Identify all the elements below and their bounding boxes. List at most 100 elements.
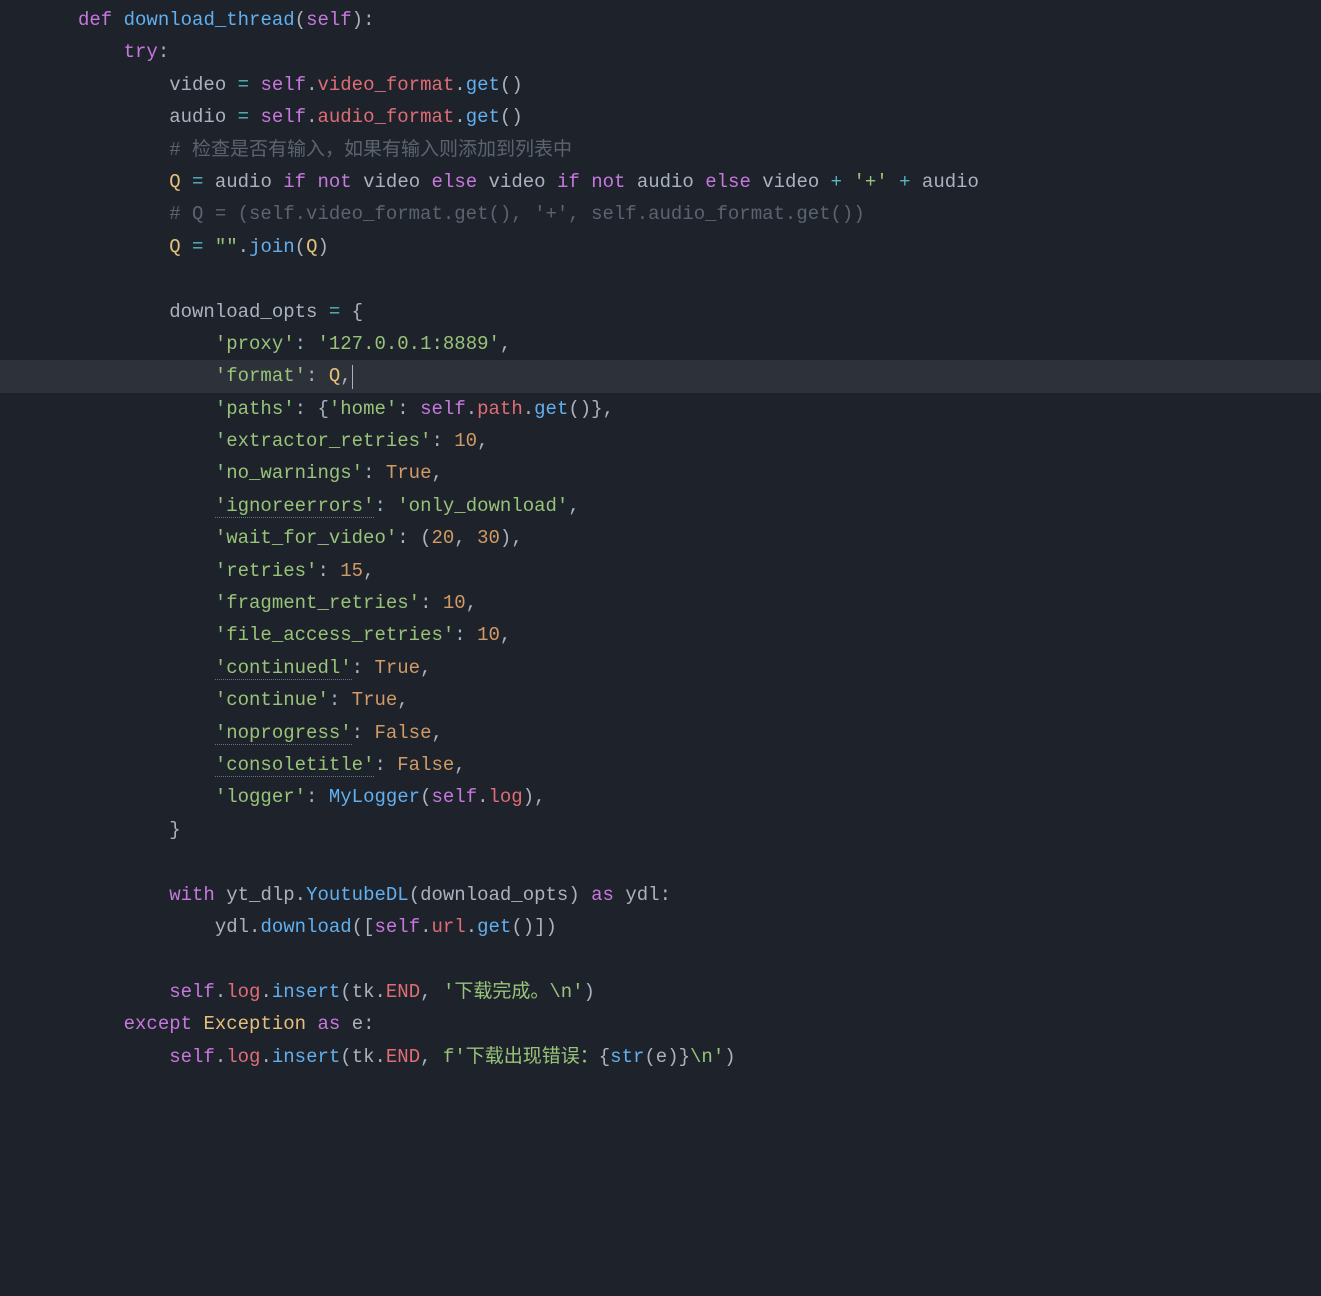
code-line[interactable]: 'consoletitle': False, xyxy=(78,749,1321,781)
ident: tk xyxy=(352,1046,375,1068)
code-line[interactable]: 'proxy': '127.0.0.1:8889', xyxy=(78,328,1321,360)
ident: e xyxy=(352,1013,363,1035)
code-line[interactable]: 'continuedl': True, xyxy=(78,652,1321,684)
ident: audio xyxy=(215,171,272,193)
attr: path xyxy=(477,398,523,420)
self-ref: self xyxy=(374,916,420,938)
code-line[interactable]: 'extractor_retries': 10, xyxy=(78,425,1321,457)
dict-key: 'logger' xyxy=(215,786,306,808)
code-line[interactable]: video = self.video_format.get() xyxy=(78,69,1321,101)
ident: ydl xyxy=(625,884,659,906)
op-plus: + xyxy=(899,171,910,193)
dict-key: 'ignoreerrors' xyxy=(215,495,375,518)
brace: } xyxy=(679,1046,690,1068)
ident: e xyxy=(656,1046,667,1068)
dict-key: 'paths' xyxy=(215,398,295,420)
code-line-highlighted[interactable]: 'format': Q, xyxy=(0,360,1321,392)
string: '127.0.0.1:8889' xyxy=(317,333,499,355)
keyword-as: as xyxy=(591,884,614,906)
dict-key: 'fragment_retries' xyxy=(215,592,420,614)
code-line[interactable]: 'file_access_retries': 10, xyxy=(78,619,1321,651)
code-line[interactable]: download_opts = { xyxy=(78,296,1321,328)
class-name: Exception xyxy=(203,1013,306,1035)
ident: download_opts xyxy=(420,884,568,906)
self-ref: self xyxy=(169,981,215,1003)
code-line[interactable] xyxy=(78,263,1321,295)
code-line[interactable]: 'no_warnings': True, xyxy=(78,457,1321,489)
attr: url xyxy=(432,916,466,938)
method: get xyxy=(466,106,500,128)
text-cursor xyxy=(352,365,353,389)
code-line[interactable]: 'retries': 15, xyxy=(78,555,1321,587)
code-line[interactable]: # 检查是否有输入，如果有输入则添加到列表中 xyxy=(78,134,1321,166)
dict-key: 'consoletitle' xyxy=(215,754,375,777)
code-line[interactable]: 'wait_for_video': (20, 30), xyxy=(78,522,1321,554)
code-line[interactable]: def download_thread(self): xyxy=(78,4,1321,36)
keyword-with: with xyxy=(169,884,215,906)
ident: audio xyxy=(637,171,694,193)
method: insert xyxy=(272,1046,340,1068)
code-line[interactable]: Q = audio if not video else video if not… xyxy=(78,166,1321,198)
self-ref: self xyxy=(420,398,466,420)
code-line[interactable]: Q = "".join(Q) xyxy=(78,231,1321,263)
dict-key: 'proxy' xyxy=(215,333,295,355)
self-ref: self xyxy=(260,106,306,128)
comment: # Q = (self.video_format.get(), '+', sel… xyxy=(169,203,865,225)
ident: video xyxy=(169,74,226,96)
number: 10 xyxy=(443,592,466,614)
ident: download_opts xyxy=(169,301,317,323)
string: "" xyxy=(215,236,238,258)
code-line[interactable]: self.log.insert(tk.END, f'下载出现错误：{str(e)… xyxy=(78,1041,1321,1073)
dict-key: 'noprogress' xyxy=(215,722,352,745)
comment: # 检查是否有输入，如果有输入则添加到列表中 xyxy=(169,139,572,161)
keyword-else: else xyxy=(432,171,478,193)
code-line[interactable]: 'ignoreerrors': 'only_download', xyxy=(78,490,1321,522)
ident: video xyxy=(762,171,819,193)
ident: yt_dlp xyxy=(226,884,294,906)
method: join xyxy=(249,236,295,258)
code-line[interactable]: 'paths': {'home': self.path.get()}, xyxy=(78,393,1321,425)
class-name: YoutubeDL xyxy=(306,884,409,906)
code-line[interactable]: 'continue': True, xyxy=(78,684,1321,716)
code-line[interactable]: ydl.download([self.url.get()]) xyxy=(78,911,1321,943)
code-line[interactable] xyxy=(78,943,1321,975)
ident: Q xyxy=(306,236,317,258)
keyword-not: not xyxy=(591,171,625,193)
string: \n' xyxy=(690,1046,724,1068)
ident: audio xyxy=(922,171,979,193)
number: 10 xyxy=(477,624,500,646)
code-line[interactable]: # Q = (self.video_format.get(), '+', sel… xyxy=(78,198,1321,230)
code-line[interactable]: audio = self.audio_format.get() xyxy=(78,101,1321,133)
string: '下载完成。\n' xyxy=(443,981,584,1003)
ident: Q xyxy=(329,365,340,387)
bool: True xyxy=(386,462,432,484)
method: get xyxy=(477,916,511,938)
code-area[interactable]: def download_thread(self): try: video = … xyxy=(0,4,1321,1073)
code-line[interactable] xyxy=(78,846,1321,878)
dict-key: 'format' xyxy=(215,365,306,387)
code-line[interactable]: 'noprogress': False, xyxy=(78,717,1321,749)
attr: END xyxy=(386,981,420,1003)
dict-key: 'extractor_retries' xyxy=(215,430,432,452)
code-editor[interactable]: 💡 def download_thread(self): try: video … xyxy=(0,0,1321,1093)
number: 20 xyxy=(431,527,454,549)
self-ref: self xyxy=(431,786,477,808)
method: download xyxy=(260,916,351,938)
code-line[interactable]: 'logger': MyLogger(self.log), xyxy=(78,781,1321,813)
op-plus: + xyxy=(831,171,842,193)
ident: ydl xyxy=(215,916,249,938)
string: '+' xyxy=(853,171,887,193)
code-line[interactable]: except Exception as e: xyxy=(78,1008,1321,1040)
ident: Q xyxy=(169,171,180,193)
number: 30 xyxy=(477,527,500,549)
code-line[interactable]: } xyxy=(78,814,1321,846)
dict-key: 'home' xyxy=(329,398,397,420)
string: 'only_download' xyxy=(397,495,568,517)
code-line[interactable]: self.log.insert(tk.END, '下载完成。\n') xyxy=(78,976,1321,1008)
attr: log xyxy=(226,981,260,1003)
code-line[interactable]: with yt_dlp.YoutubeDL(download_opts) as … xyxy=(78,879,1321,911)
code-line[interactable]: try: xyxy=(78,36,1321,68)
code-line[interactable]: 'fragment_retries': 10, xyxy=(78,587,1321,619)
method: get xyxy=(466,74,500,96)
bool: False xyxy=(374,722,431,744)
